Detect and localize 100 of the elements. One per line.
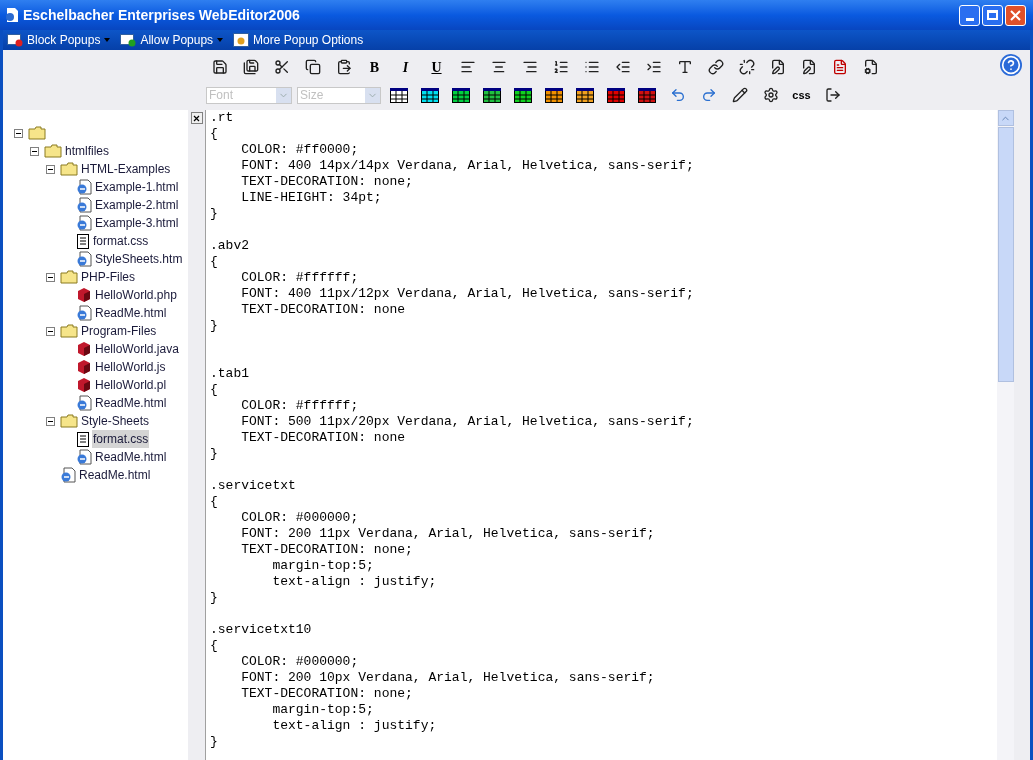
tree-item[interactable]: format.css — [92, 430, 150, 448]
cube-icon — [76, 287, 92, 303]
save-all-icon — [242, 59, 259, 75]
scrollbar[interactable] — [997, 110, 1014, 760]
exit-door-icon — [824, 87, 841, 103]
tree-item[interactable]: ReadMe.html — [78, 466, 152, 484]
cube-icon — [76, 377, 92, 393]
cube-icon — [76, 359, 92, 375]
tree-item[interactable]: ReadMe.html — [94, 304, 168, 322]
paste-icon — [335, 59, 352, 75]
app-icon — [5, 7, 19, 23]
folder-icon — [60, 324, 78, 338]
underline-button[interactable]: U — [421, 54, 452, 80]
collapse-toggle[interactable] — [30, 146, 39, 156]
tree-item[interactable]: format.css — [92, 232, 150, 250]
italic-button[interactable]: I — [390, 54, 421, 80]
align-right-icon — [521, 59, 538, 75]
tree-item[interactable]: HelloWorld.php — [94, 286, 178, 304]
document-icon — [831, 59, 848, 75]
redo-icon — [700, 87, 717, 103]
document-pen-icon — [769, 59, 786, 75]
popup-menu-button[interactable]: Allow Popups — [120, 31, 224, 49]
folder-icon — [60, 414, 78, 428]
table-icon — [482, 87, 501, 103]
close-button[interactable] — [1005, 4, 1026, 26]
tree-item[interactable]: Example-1.html — [94, 178, 180, 196]
collapse-toggle[interactable] — [46, 272, 55, 282]
caret-icon — [217, 38, 224, 42]
folder-icon — [44, 144, 62, 158]
close-icon — [1010, 9, 1021, 21]
tree-item[interactable]: Program-Files — [80, 322, 158, 340]
popup-menu-button[interactable]: Block Popups — [7, 31, 111, 49]
web-page-icon — [76, 251, 92, 267]
allowed-window-icon — [120, 33, 137, 47]
text-color-icon — [676, 59, 693, 75]
tree-item[interactable]: Example-2.html — [94, 196, 180, 214]
options-icon — [233, 33, 250, 47]
tree-item[interactable]: ReadMe.html — [94, 448, 168, 466]
table-icon — [544, 87, 563, 103]
css-button[interactable]: css — [786, 82, 817, 108]
web-page-icon — [76, 449, 92, 465]
document-gear-icon — [862, 59, 879, 75]
close-panel-button[interactable] — [190, 112, 203, 124]
table-icon — [389, 87, 408, 103]
code-text: .rt { COLOR: #ff0000; FONT: 400 14px/14px Verdana, Arial, Helvetica, sans-serif; TEXT-DECORATION: none; LINE-HEIGHT: 34pt; } .abv2 { COLOR: #ffffff; FONT: 400 11px/12px Verdana, Arial, Helvetica, sans-serif; TEXT-DECORATION: none } .tab1 { COLOR: #ffffff; FONT: 500 11px/20px Verdana, Arial, Helvetica, sans-serif; TEXT-DECORATION: none } .servicetxt { COLOR: #000000; FONT: 200 11px Verdana, Arial, Helvetica, sans-serif; TEXT-DECORATION: none; margin-top:5; text-align : justify; } .servicetxt10 { COLOR: #000000; FONT: 200 10px Verdana, Arial, Helvetica, sans-serif; TEXT-DECORATION: none; margin-top:5; text-align : justify; } — [209, 110, 695, 751]
window-title: Eschelbacher Enterprises WebEditor2006 — [23, 5, 301, 25]
save-icon — [211, 59, 228, 75]
document-pen-icon — [800, 59, 817, 75]
tree-item[interactable]: PHP-Files — [80, 268, 136, 286]
scroll-thumb[interactable] — [997, 127, 1014, 382]
tree-item[interactable]: StyleSheets.htm — [94, 250, 184, 268]
tree-item[interactable]: htmlfiles — [64, 142, 110, 160]
folder-icon — [60, 162, 78, 176]
outdent-icon — [614, 59, 631, 75]
table-icon — [637, 87, 656, 103]
help-button[interactable] — [1000, 54, 1022, 76]
collapse-toggle[interactable] — [46, 164, 55, 174]
folder-icon — [28, 126, 46, 140]
tree-item[interactable]: HTML-Examples — [80, 160, 172, 178]
tree-item[interactable]: Example-3.html — [94, 214, 180, 232]
help-icon — [1001, 55, 1021, 75]
pencil-icon — [731, 87, 748, 103]
scissors-icon — [273, 59, 290, 75]
web-page-icon — [76, 179, 92, 195]
tree-item[interactable]: HelloWorld.java — [94, 340, 180, 358]
caret-icon — [104, 38, 111, 42]
table-icon — [606, 87, 625, 103]
collapse-toggle[interactable] — [14, 128, 23, 138]
maximize-button[interactable] — [982, 4, 1003, 26]
text-file-icon — [76, 431, 90, 447]
tree-item[interactable]: ReadMe.html — [94, 394, 168, 412]
collapse-toggle[interactable] — [46, 416, 55, 426]
tree-item[interactable]: Style-Sheets — [80, 412, 151, 430]
align-center-icon — [490, 59, 507, 75]
table-icon — [420, 87, 439, 103]
link-icon — [707, 59, 724, 75]
table-icon — [513, 87, 532, 103]
web-page-icon — [76, 197, 92, 213]
web-page-icon — [76, 215, 92, 231]
tree-item[interactable]: HelloWorld.pl — [94, 376, 168, 394]
table-icon — [451, 87, 470, 103]
folder-icon — [60, 270, 78, 284]
web-page-icon — [76, 305, 92, 321]
popup-menu-button[interactable]: More Popup Options — [233, 31, 364, 49]
bullet-list-icon — [583, 59, 600, 75]
close-icon — [193, 114, 200, 122]
gear-icon — [762, 87, 779, 103]
web-page-icon — [60, 467, 76, 483]
unlink-icon — [738, 59, 755, 75]
indent-icon — [645, 59, 662, 75]
tree-item[interactable]: HelloWorld.js — [94, 358, 167, 376]
web-page-icon — [76, 395, 92, 411]
blocked-window-icon — [7, 33, 23, 47]
collapse-toggle[interactable] — [46, 326, 55, 336]
undo-icon — [669, 87, 686, 103]
numbered-list-icon — [552, 59, 569, 75]
align-left-icon — [459, 59, 476, 75]
minimize-button[interactable] — [959, 4, 980, 26]
cube-icon — [76, 341, 92, 357]
bold-button[interactable]: B — [359, 54, 390, 80]
